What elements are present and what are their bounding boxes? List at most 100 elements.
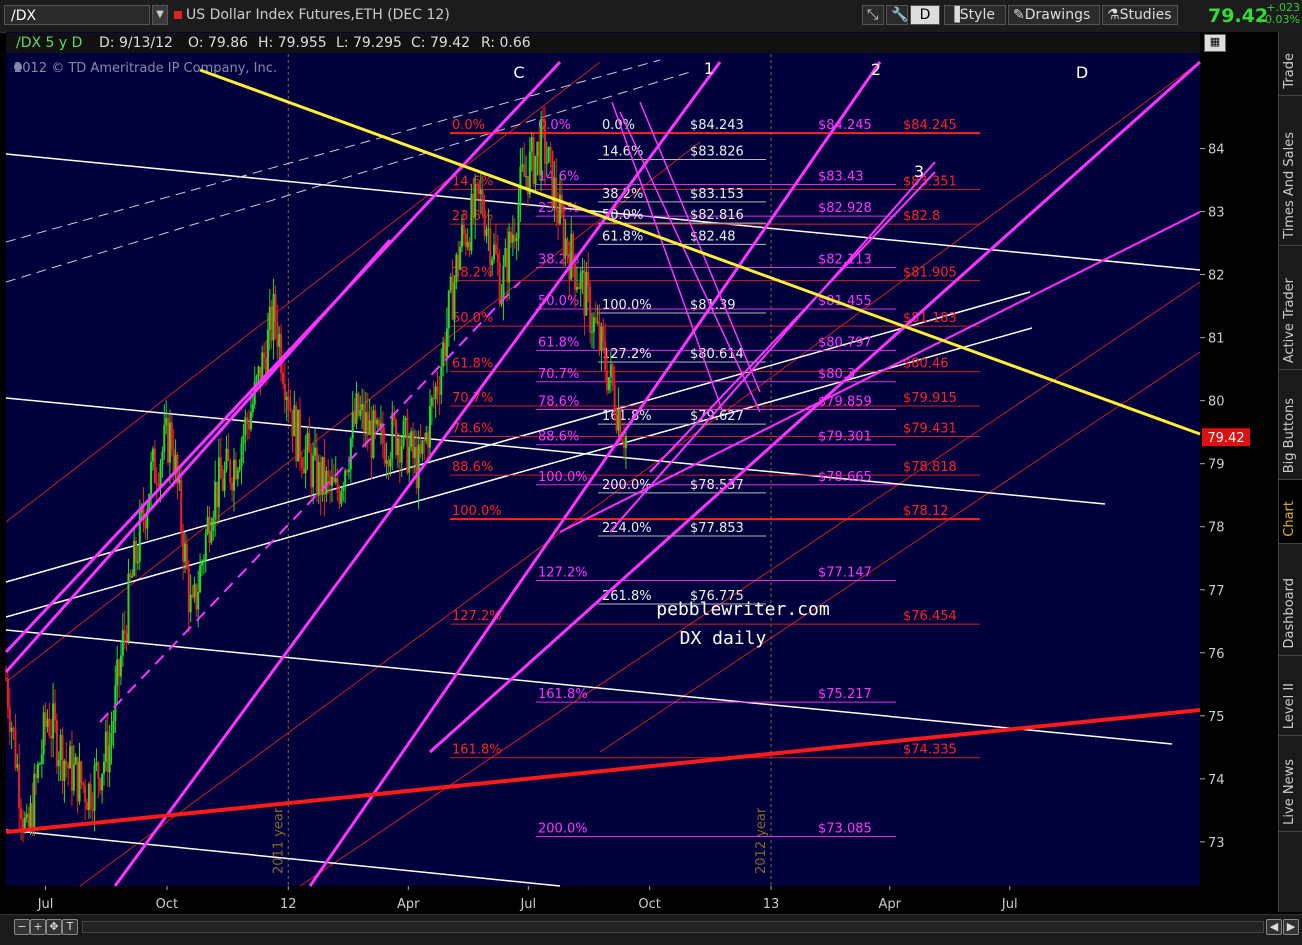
chart-settings-icon[interactable]: ▦	[1204, 34, 1226, 52]
scroll-left-icon[interactable]: ◀	[1266, 919, 1282, 935]
cursor-icon[interactable]: ✥	[46, 919, 62, 935]
candle-body	[602, 326, 605, 342]
fib-white-pct: 127.2%	[602, 347, 652, 362]
candle-body	[151, 448, 154, 462]
zoom-out-icon[interactable]: −	[14, 919, 30, 935]
candle-body	[449, 276, 452, 291]
candle-body	[344, 470, 347, 488]
candle-body	[308, 432, 311, 453]
candle-body	[101, 773, 104, 791]
candle-body	[457, 254, 460, 270]
candle-body	[400, 445, 403, 463]
wave-label: D	[1076, 63, 1088, 82]
tab-times-and-sales[interactable]: Times And Sales	[1279, 96, 1302, 246]
candle-body	[46, 718, 49, 727]
fib-red-pct: 50.0%	[452, 311, 493, 326]
tab-big-buttons[interactable]: Big Buttons	[1279, 370, 1302, 480]
current-price-label: 79.42	[1207, 431, 1244, 446]
candle-body	[513, 234, 516, 242]
copyright-text: 2012 © TD Ameritrade IP Company, Inc.	[14, 61, 277, 76]
candle-body	[123, 630, 126, 634]
crosshair-icon[interactable]: ⤡	[862, 5, 884, 25]
candle-body	[274, 293, 277, 323]
year-marker-label: 2011 year	[271, 807, 286, 874]
candle-body	[289, 408, 292, 411]
tab-live-news[interactable]: Live News	[1279, 736, 1302, 832]
symbol-input[interactable]: /DX	[4, 5, 150, 25]
tab-chart[interactable]: Chart	[1279, 480, 1302, 544]
fib-red-pct: 78.6%	[452, 422, 493, 437]
candle-body	[555, 177, 558, 210]
candle-body	[246, 417, 249, 424]
candle-body	[462, 225, 465, 234]
tab-level-ii[interactable]: Level II	[1279, 656, 1302, 736]
candle-body	[229, 460, 232, 483]
candle-body	[617, 408, 620, 431]
studies-button[interactable]: ⚗Studies	[1102, 5, 1178, 25]
x-axis-background	[0, 886, 1200, 914]
candle-body	[404, 417, 407, 421]
drawings-button[interactable]: ✎Drawings	[1008, 5, 1100, 25]
candle-body	[57, 759, 60, 767]
candle-body	[231, 482, 234, 491]
fib-magenta-pct: 14.6%	[538, 169, 579, 184]
candle-body	[389, 458, 392, 467]
y-tick-label: 81	[1208, 332, 1225, 347]
scroll-right-icon[interactable]: ▶	[1283, 919, 1299, 935]
candle-body	[538, 141, 541, 176]
symbol-dropdown-icon[interactable]: ▼	[152, 5, 168, 25]
candle-body	[112, 720, 115, 733]
candle-body	[485, 229, 488, 236]
tab-trade[interactable]: Trade	[1279, 32, 1302, 96]
horizontal-scrollbar[interactable]	[82, 921, 1264, 933]
candle-body	[118, 659, 121, 677]
x-tick-label: Oct	[156, 897, 178, 912]
candle-body	[55, 720, 58, 767]
text-tool-icon[interactable]: T	[62, 919, 78, 935]
candle-body	[391, 413, 394, 459]
tab-active-trader[interactable]: Active Trader	[1279, 246, 1302, 370]
candle-body	[609, 364, 612, 378]
candle-body	[31, 803, 34, 831]
aggregation-button[interactable]: D	[910, 5, 940, 25]
candle-body	[427, 432, 430, 448]
candle-body	[270, 306, 273, 341]
fib-white-price: $84.243	[690, 118, 744, 133]
wrench-icon[interactable]: 🔧	[886, 5, 908, 25]
candle-body	[440, 366, 443, 395]
x-tick-label: Jul	[519, 897, 536, 912]
zoom-in-icon[interactable]: +	[30, 919, 46, 935]
candle-body	[430, 397, 433, 407]
y-tick-label: 78	[1208, 521, 1225, 536]
candle-body	[70, 746, 73, 791]
candle-body	[330, 476, 333, 486]
candle-body	[428, 406, 431, 448]
candle-body	[613, 384, 616, 415]
fib-white-price: $83.153	[690, 187, 744, 202]
candle-body	[334, 478, 337, 483]
candle-body	[33, 773, 36, 831]
candle-body	[121, 630, 124, 656]
candle-body	[295, 405, 298, 462]
price-chart[interactable]: 2012 © TD Ameritrade IP Company, Inc. 201…	[0, 32, 1278, 914]
candle-body	[483, 213, 486, 236]
candle-body	[283, 384, 286, 400]
candle-body	[364, 412, 367, 432]
fib-white-price: $78.537	[690, 478, 744, 493]
candle-body	[44, 712, 47, 727]
style-button[interactable]: ▐Style	[944, 5, 1006, 25]
candle-body	[153, 448, 156, 484]
fib-magenta-pct: 161.8%	[538, 687, 588, 702]
candle-body	[6, 678, 9, 708]
candle-body	[200, 562, 203, 566]
fib-white-price: $82.48	[690, 229, 736, 244]
candle-body	[442, 342, 445, 367]
candle-body	[515, 238, 518, 242]
candle-body	[227, 448, 230, 461]
tab-dashboard[interactable]: Dashboard	[1279, 544, 1302, 656]
candle-body	[464, 233, 467, 248]
y-tick-label: 83	[1208, 206, 1225, 221]
candle-body	[91, 809, 94, 811]
candle-body	[342, 487, 345, 491]
candle-body	[317, 462, 320, 496]
